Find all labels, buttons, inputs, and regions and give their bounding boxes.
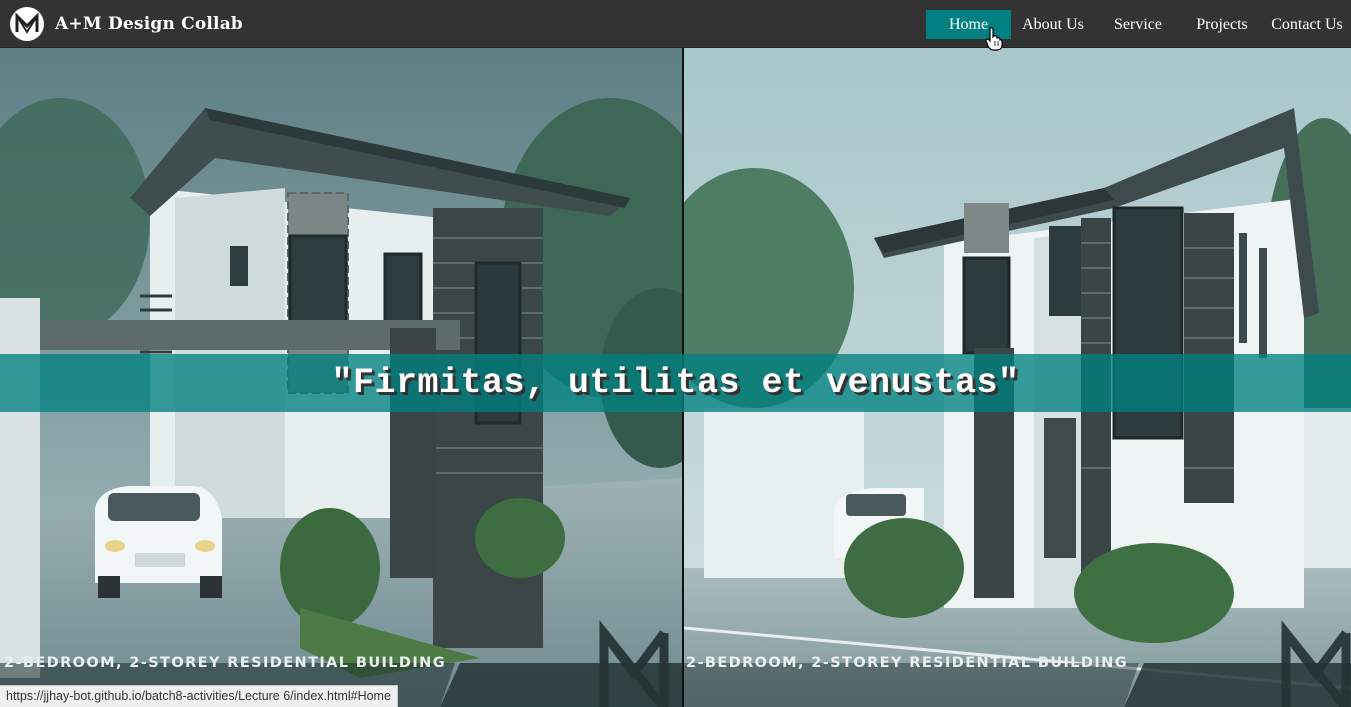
hand-pointer-cursor-icon	[985, 27, 1003, 51]
nav-link-about-us[interactable]: About Us	[1015, 10, 1091, 39]
render-caption-right: 2-BEDROOM, 2-STOREY RESIDENTIAL BUILDING	[686, 655, 1128, 671]
render-caption-left: 2-BEDROOM, 2-STOREY RESIDENTIAL BUILDING	[4, 655, 446, 671]
nav-link-service[interactable]: Service	[1100, 10, 1176, 39]
hero-tagline: "Firmitas, utilitas et venustas"	[331, 363, 1020, 403]
car-illustration	[95, 486, 222, 598]
tagline-band: "Firmitas, utilitas et venustas"	[0, 354, 1351, 412]
navbar: A+M Design Collab Home About Us Service …	[0, 0, 1351, 48]
hero-section: 2-BEDROOM, 2-STOREY RESIDENTIAL BUILDING	[0, 48, 1351, 707]
main-nav: Home About Us Service Projects Contact U…	[0, 10, 1351, 39]
nav-link-contact-us[interactable]: Contact Us	[1265, 10, 1349, 39]
browser-status-url: https://jjhay-bot.github.io/batch8-activ…	[0, 685, 398, 707]
nav-link-projects[interactable]: Projects	[1186, 10, 1258, 39]
